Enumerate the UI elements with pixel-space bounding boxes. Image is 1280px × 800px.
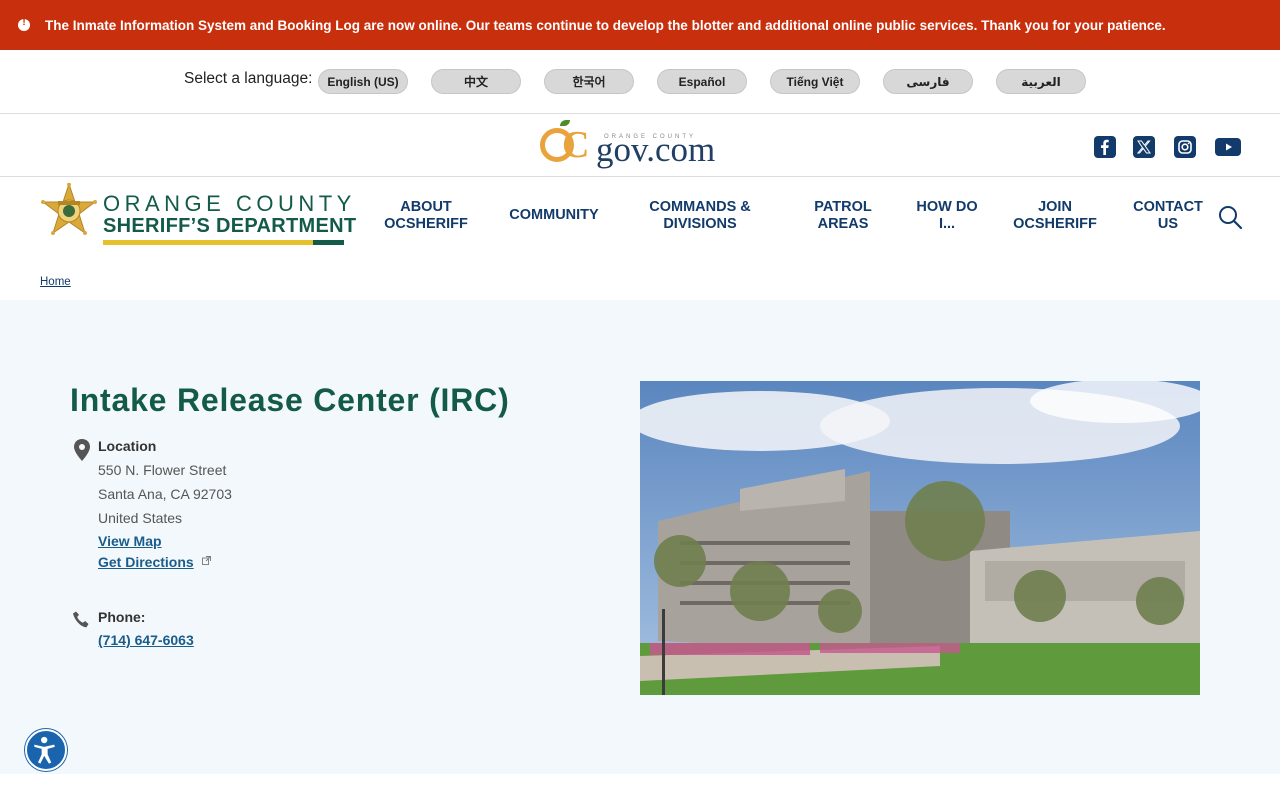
nav-about-ocsheriff[interactable]: ABOUT OCSHERIFF — [380, 199, 472, 233]
accessibility-icon — [34, 736, 55, 764]
nav-howdoi-line2: I... — [938, 216, 956, 232]
nav-join-line1: JOIN — [1038, 199, 1072, 215]
facility-photo — [640, 381, 1200, 695]
phone-label: Phone: — [98, 609, 146, 625]
nav-about-line2: OCSHERIFF — [384, 216, 468, 232]
logo-underline-yellow — [103, 240, 313, 245]
nav-commands-divisions[interactable]: COMMANDS & DIVISIONS — [645, 199, 755, 233]
instagram-icon[interactable] — [1174, 136, 1196, 158]
address-country: United States — [98, 510, 183, 526]
nav-commands-line1: COMMANDS & — [649, 199, 751, 215]
youtube-icon[interactable] — [1215, 138, 1241, 156]
nav-contact-us[interactable]: CONTACT US — [1128, 199, 1208, 233]
language-spanish[interactable]: Español — [657, 69, 747, 94]
phone-icon — [73, 611, 89, 628]
get-directions-label: Get Directions — [98, 554, 194, 570]
alert-text: The Inmate Information System and Bookin… — [45, 17, 1166, 33]
nav-community-line1: COMMUNITY — [509, 207, 599, 223]
nav-join-line2: OCSHERIFF — [1013, 216, 1097, 232]
nav-about-line1: ABOUT — [400, 199, 452, 215]
nav-howdoi-line1: HOW DO — [916, 199, 978, 215]
language-english[interactable]: English (US) — [318, 69, 408, 94]
sheriff-logo-line2: SHERIFF’S DEPARTMENT — [103, 215, 357, 237]
location-section: Intake Release Center (IRC) Location 550… — [0, 300, 1280, 774]
external-link-icon — [201, 556, 211, 565]
ocgov-header: C ORANGE COUNTY gov.com — [0, 114, 1280, 177]
info-icon — [18, 17, 30, 31]
language-bar: Select a language: English (US) 中文 한국어 E… — [0, 50, 1280, 114]
language-farsi[interactable]: فارسی — [883, 69, 973, 94]
search-icon[interactable] — [1217, 204, 1243, 230]
sheriff-star-icon — [41, 183, 97, 235]
nav-patrol-line1: PATROL — [814, 199, 872, 215]
ocgov-logo-c: C — [562, 124, 590, 166]
x-icon[interactable] — [1133, 136, 1155, 158]
phone-number-link[interactable]: (714) 647-6063 — [98, 632, 194, 648]
facebook-icon[interactable] — [1094, 136, 1116, 158]
location-pin-icon — [74, 439, 90, 461]
language-korean[interactable]: 한국어 — [544, 69, 634, 94]
address-city: Santa Ana, CA 92703 — [98, 486, 232, 502]
language-label: Select a language: — [184, 70, 313, 87]
sheriff-logo-line1: ORANGE COUNTY — [103, 191, 356, 216]
nav-how-do-i[interactable]: HOW DO I... — [910, 199, 984, 233]
nav-community[interactable]: COMMUNITY — [505, 207, 603, 224]
ocgov-logo-text: gov.com — [596, 130, 716, 169]
view-map-link[interactable]: View Map — [98, 533, 162, 549]
nav-contact-line2: US — [1157, 216, 1179, 232]
nav-patrol-areas[interactable]: PATROL AREAS — [808, 199, 878, 233]
accessibility-button[interactable] — [25, 729, 67, 771]
location-label: Location — [98, 438, 157, 454]
nav-patrol-line2: AREAS — [817, 216, 869, 232]
sheriff-logo[interactable]: ORANGE COUNTY SHERIFF’S DEPARTMENT — [40, 183, 356, 247]
get-directions-link[interactable]: Get Directions — [98, 554, 211, 570]
main-navigation: ORANGE COUNTY SHERIFF’S DEPARTMENT ABOUT… — [0, 177, 1280, 267]
logo-underline-green — [313, 240, 344, 245]
breadcrumb-home[interactable]: Home — [40, 276, 71, 288]
address-street: 550 N. Flower Street — [98, 462, 227, 478]
language-arabic[interactable]: العربية — [996, 69, 1086, 94]
nav-join-ocsheriff[interactable]: JOIN OCSHERIFF — [1010, 199, 1100, 233]
nav-contact-line1: CONTACT — [1133, 199, 1203, 215]
language-chinese[interactable]: 中文 — [431, 69, 521, 94]
page-title: Intake Release Center (IRC) — [70, 382, 510, 418]
language-vietnamese[interactable]: Tiếng Việt — [770, 69, 860, 94]
ocgov-logo[interactable]: C ORANGE COUNTY gov.com — [538, 120, 743, 172]
alert-banner: The Inmate Information System and Bookin… — [0, 0, 1280, 50]
nav-commands-line2: DIVISIONS — [663, 216, 737, 232]
